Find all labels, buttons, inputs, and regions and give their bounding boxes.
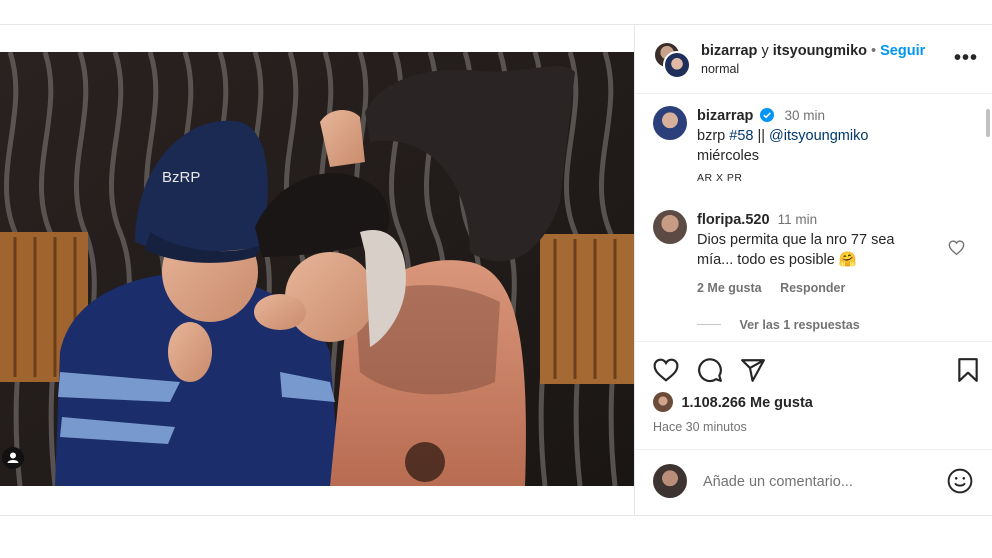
bottom-divider (0, 515, 992, 516)
heart-outline-icon (948, 240, 965, 255)
reply-button[interactable]: Responder (780, 281, 845, 295)
caption-text-line1: bzrp #58 || @itsyoungmiko (697, 126, 977, 146)
comment-time: 11 min (777, 212, 818, 227)
author-link-bizarrap[interactable]: bizarrap (701, 43, 757, 59)
liker-avatar (653, 392, 673, 412)
save-button[interactable] (957, 357, 979, 383)
caption-hashtag[interactable]: #58 (729, 128, 753, 144)
comment-like-button[interactable] (948, 240, 965, 255)
avatar-itsyoungmiko (663, 51, 691, 79)
comment-text-line1: Dios permita que la nro 77 sea (697, 232, 895, 248)
comment-button[interactable] (697, 357, 723, 383)
scrollbar-thumb[interactable] (986, 109, 990, 137)
comment-item: floripa.520 11 min Dios permita que la n… (697, 210, 947, 297)
comment-bubble-icon (698, 358, 722, 382)
composer-avatar (653, 464, 687, 498)
verified-badge-icon (760, 108, 775, 122)
comment-meta: 2 Me gusta Responder (697, 279, 947, 297)
emoji-button[interactable] (947, 468, 973, 494)
comments-scroll-area[interactable]: bizarrap 30 min bzrp #58 || @itsyoungmik… (635, 94, 992, 341)
bookmark-icon (958, 358, 978, 382)
post-subtitle[interactable]: normal (701, 62, 739, 76)
post-authors: bizarrap y itsyoungmiko • Seguir (701, 43, 925, 59)
caption-translation-tag[interactable]: AR X PR (697, 172, 977, 184)
smiley-icon (947, 468, 973, 494)
caption-time: 30 min (784, 108, 826, 123)
authors-conjunction: y (761, 43, 769, 59)
collab-avatars[interactable] (653, 41, 691, 79)
user-tag-icon (7, 452, 19, 463)
caption-text-line2: miércoles (697, 148, 760, 164)
caption-block: bizarrap 30 min bzrp #58 || @itsyoungmik… (697, 106, 977, 184)
likes-row[interactable]: 1.108.266 Me gusta (653, 392, 813, 412)
like-button[interactable] (653, 358, 679, 382)
caption-header: bizarrap 30 min (697, 106, 977, 126)
likes-count[interactable]: 1.108.266 Me gusta (681, 395, 812, 411)
post-side-panel: bizarrap y itsyoungmiko • Seguir normal … (635, 25, 992, 515)
caption-avatar[interactable] (653, 106, 687, 140)
post-image[interactable]: BzRP (0, 52, 634, 486)
caption-separator: || (753, 128, 770, 144)
comment-input[interactable] (701, 470, 935, 494)
comment-avatar[interactable] (653, 210, 687, 244)
view-replies-label[interactable]: Ver las 1 respuestas (739, 318, 859, 332)
caption-username[interactable]: bizarrap (697, 108, 753, 124)
post-timestamp[interactable]: Hace 30 minutos (653, 420, 747, 434)
caption-mention[interactable]: @itsyoungmiko (769, 128, 868, 144)
follow-button[interactable]: Seguir (880, 43, 925, 59)
paper-plane-icon (741, 359, 765, 382)
comment-header: floripa.520 11 min (697, 210, 947, 230)
comment-text-line2: mía... todo es posible 🤗 (697, 252, 857, 268)
cap-logo-text: BzRP (162, 169, 200, 186)
comment-composer (635, 449, 992, 516)
post-header: bizarrap y itsyoungmiko • Seguir normal … (635, 25, 992, 94)
author-link-itsyoungmiko[interactable]: itsyoungmiko (773, 43, 867, 59)
share-button[interactable] (740, 357, 766, 383)
replies-line (697, 324, 721, 326)
tagged-users-button[interactable] (2, 447, 24, 469)
view-replies[interactable]: Ver las 1 respuestas (697, 316, 860, 334)
more-options-button[interactable]: ••• (954, 47, 978, 70)
caption-prefix: bzrp (697, 128, 730, 144)
comment-username[interactable]: floripa.520 (697, 212, 770, 228)
heart-icon (653, 358, 679, 382)
comment-likes[interactable]: 2 Me gusta (697, 281, 762, 295)
header-separator: • (871, 43, 877, 59)
